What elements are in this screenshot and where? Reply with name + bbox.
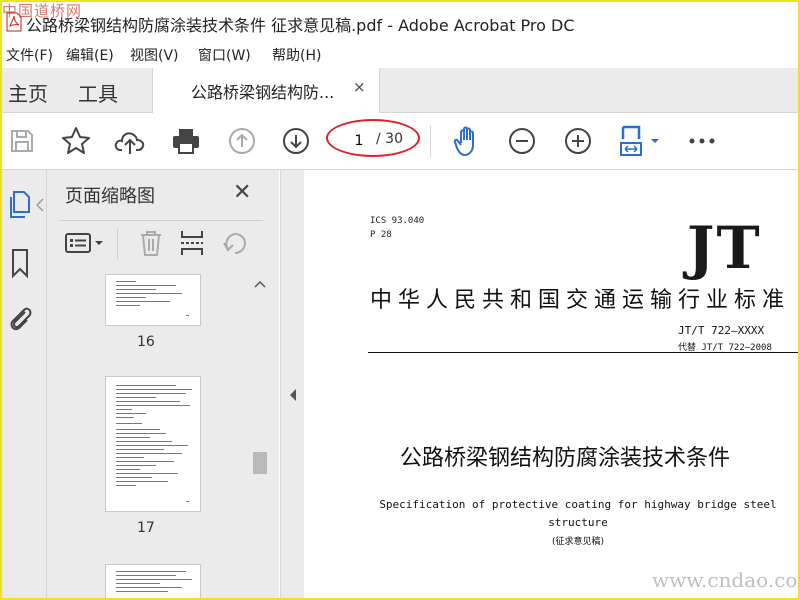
watermark-top: 中国道桥网 bbox=[2, 2, 83, 20]
rotate-icon bbox=[223, 233, 247, 254]
thumbnails-icon bbox=[10, 191, 30, 218]
menu-bar: 文件(F) 编辑(E) 视图(V) 窗口(W) 帮助(H) bbox=[2, 40, 798, 68]
panel-close-icon[interactable]: ✕ bbox=[233, 180, 251, 205]
nav-expand-arrow-icon bbox=[36, 198, 44, 212]
scrollbar-thumb[interactable] bbox=[253, 452, 267, 474]
thumbnail-list: 16 17 bbox=[47, 274, 279, 598]
rotate-page-button[interactable] bbox=[221, 228, 249, 258]
tab-document-label: 公路桥梁钢结构防... bbox=[191, 83, 335, 102]
next-page-button[interactable] bbox=[280, 125, 312, 157]
page-thumbnail-16[interactable] bbox=[105, 274, 201, 326]
print-icon bbox=[173, 129, 199, 154]
thumbnail-options-menu[interactable] bbox=[65, 228, 105, 258]
annotation-red-oval bbox=[326, 119, 420, 157]
ics-number: ICS 93.040 bbox=[370, 216, 425, 226]
menu-help[interactable]: 帮助(H) bbox=[272, 45, 321, 65]
industry-standard-heading: 中华人民共和国交通运输行业标准 bbox=[370, 288, 791, 313]
menu-window[interactable]: 窗口(W) bbox=[198, 45, 251, 65]
tab-strip: 主页 工具 公路桥梁钢结构防... × bbox=[2, 68, 798, 113]
thumbnails-panel: 页面缩略图 ✕ 16 17 bbox=[47, 170, 279, 598]
jt-standard-logo: JT bbox=[687, 214, 762, 282]
category-code: P 28 bbox=[370, 230, 392, 240]
zoom-in-button[interactable] bbox=[562, 125, 594, 157]
left-navigation-pane bbox=[2, 170, 47, 598]
title-bar: 公路桥梁钢结构防腐涂装技术条件 征求意见稿.pdf - Adobe Acroba… bbox=[2, 2, 798, 40]
bookmark-star-button[interactable] bbox=[60, 125, 92, 157]
fit-page-icon bbox=[620, 125, 659, 156]
standard-number: JT/T 722—XXXX bbox=[678, 324, 765, 337]
window-title: 公路桥梁钢结构防腐涂装技术条件 征求意见稿.pdf - Adobe Acroba… bbox=[26, 16, 575, 35]
thumbnail-page-number: 17 bbox=[137, 520, 155, 536]
menu-edit[interactable]: 编辑(E) bbox=[66, 45, 114, 65]
hand-icon bbox=[453, 126, 474, 156]
panel-title: 页面缩略图 bbox=[65, 186, 155, 207]
upload-cloud-button[interactable] bbox=[114, 125, 146, 157]
more-icon bbox=[689, 138, 715, 144]
more-tools-button[interactable] bbox=[686, 125, 718, 157]
document-view[interactable]: ICS 93.040 P 28 JT 中华人民共和国交通运输行业标准 JT/T … bbox=[304, 170, 798, 598]
bookmark-icon bbox=[12, 249, 28, 278]
ics-code: ICS 93.040 P 28 bbox=[370, 214, 424, 242]
panel-toolbar-divider bbox=[117, 228, 118, 260]
hand-tool-button[interactable] bbox=[452, 125, 484, 157]
page-down-icon bbox=[283, 128, 309, 154]
watermark-bottom: www.cndao.com bbox=[652, 568, 800, 592]
collapse-panel-arrow-icon[interactable] bbox=[289, 388, 297, 402]
menu-file[interactable]: 文件(F) bbox=[6, 45, 53, 65]
insert-page-icon bbox=[181, 231, 203, 255]
previous-page-button[interactable] bbox=[226, 125, 258, 157]
zoom-out-button[interactable] bbox=[506, 125, 538, 157]
panel-divider bbox=[59, 220, 263, 221]
scroll-up-arrow-icon[interactable] bbox=[254, 280, 266, 288]
page-thumbnails-button[interactable] bbox=[6, 190, 34, 220]
toolbar-divider bbox=[430, 125, 431, 157]
cloud-upload-icon bbox=[114, 132, 145, 154]
pdf-page: ICS 93.040 P 28 JT 中华人民共和国交通运输行业标准 JT/T … bbox=[304, 170, 798, 598]
star-icon bbox=[62, 127, 90, 154]
draft-note: (征求意见稿) bbox=[551, 537, 605, 547]
document-title-chinese: 公路桥梁钢结构防腐涂装技术条件 bbox=[400, 446, 731, 471]
tab-home[interactable]: 主页 bbox=[8, 78, 48, 107]
page-up-icon bbox=[229, 128, 255, 154]
zoom-out-icon bbox=[509, 128, 535, 154]
thumbnail-page-number: 16 bbox=[137, 334, 155, 350]
tab-close-icon[interactable]: × bbox=[353, 78, 366, 96]
attachments-button[interactable] bbox=[6, 304, 34, 334]
tab-document[interactable]: 公路桥梁钢结构防... × bbox=[152, 68, 380, 113]
save-icon bbox=[11, 130, 33, 152]
page-thumbnail-17[interactable] bbox=[105, 376, 201, 512]
thumbnail-scrollbar[interactable] bbox=[251, 278, 269, 598]
attachment-icon bbox=[10, 307, 32, 331]
insert-page-button[interactable] bbox=[179, 228, 205, 258]
document-title-english: Specification of protective coating for … bbox=[379, 498, 777, 529]
print-button[interactable] bbox=[170, 125, 202, 157]
header-rule bbox=[368, 352, 798, 353]
options-list-icon bbox=[65, 233, 103, 253]
menu-view[interactable]: 视图(V) bbox=[130, 45, 179, 65]
save-button[interactable] bbox=[6, 125, 38, 157]
delete-pages-button[interactable] bbox=[139, 228, 163, 258]
zoom-in-icon bbox=[565, 128, 591, 154]
fit-page-button[interactable] bbox=[616, 125, 664, 157]
bookmarks-button[interactable] bbox=[6, 248, 34, 278]
panel-splitter[interactable] bbox=[280, 170, 305, 598]
page-thumbnail-18[interactable] bbox=[105, 564, 201, 598]
tab-tools[interactable]: 工具 bbox=[78, 78, 118, 107]
trash-icon bbox=[141, 231, 161, 256]
